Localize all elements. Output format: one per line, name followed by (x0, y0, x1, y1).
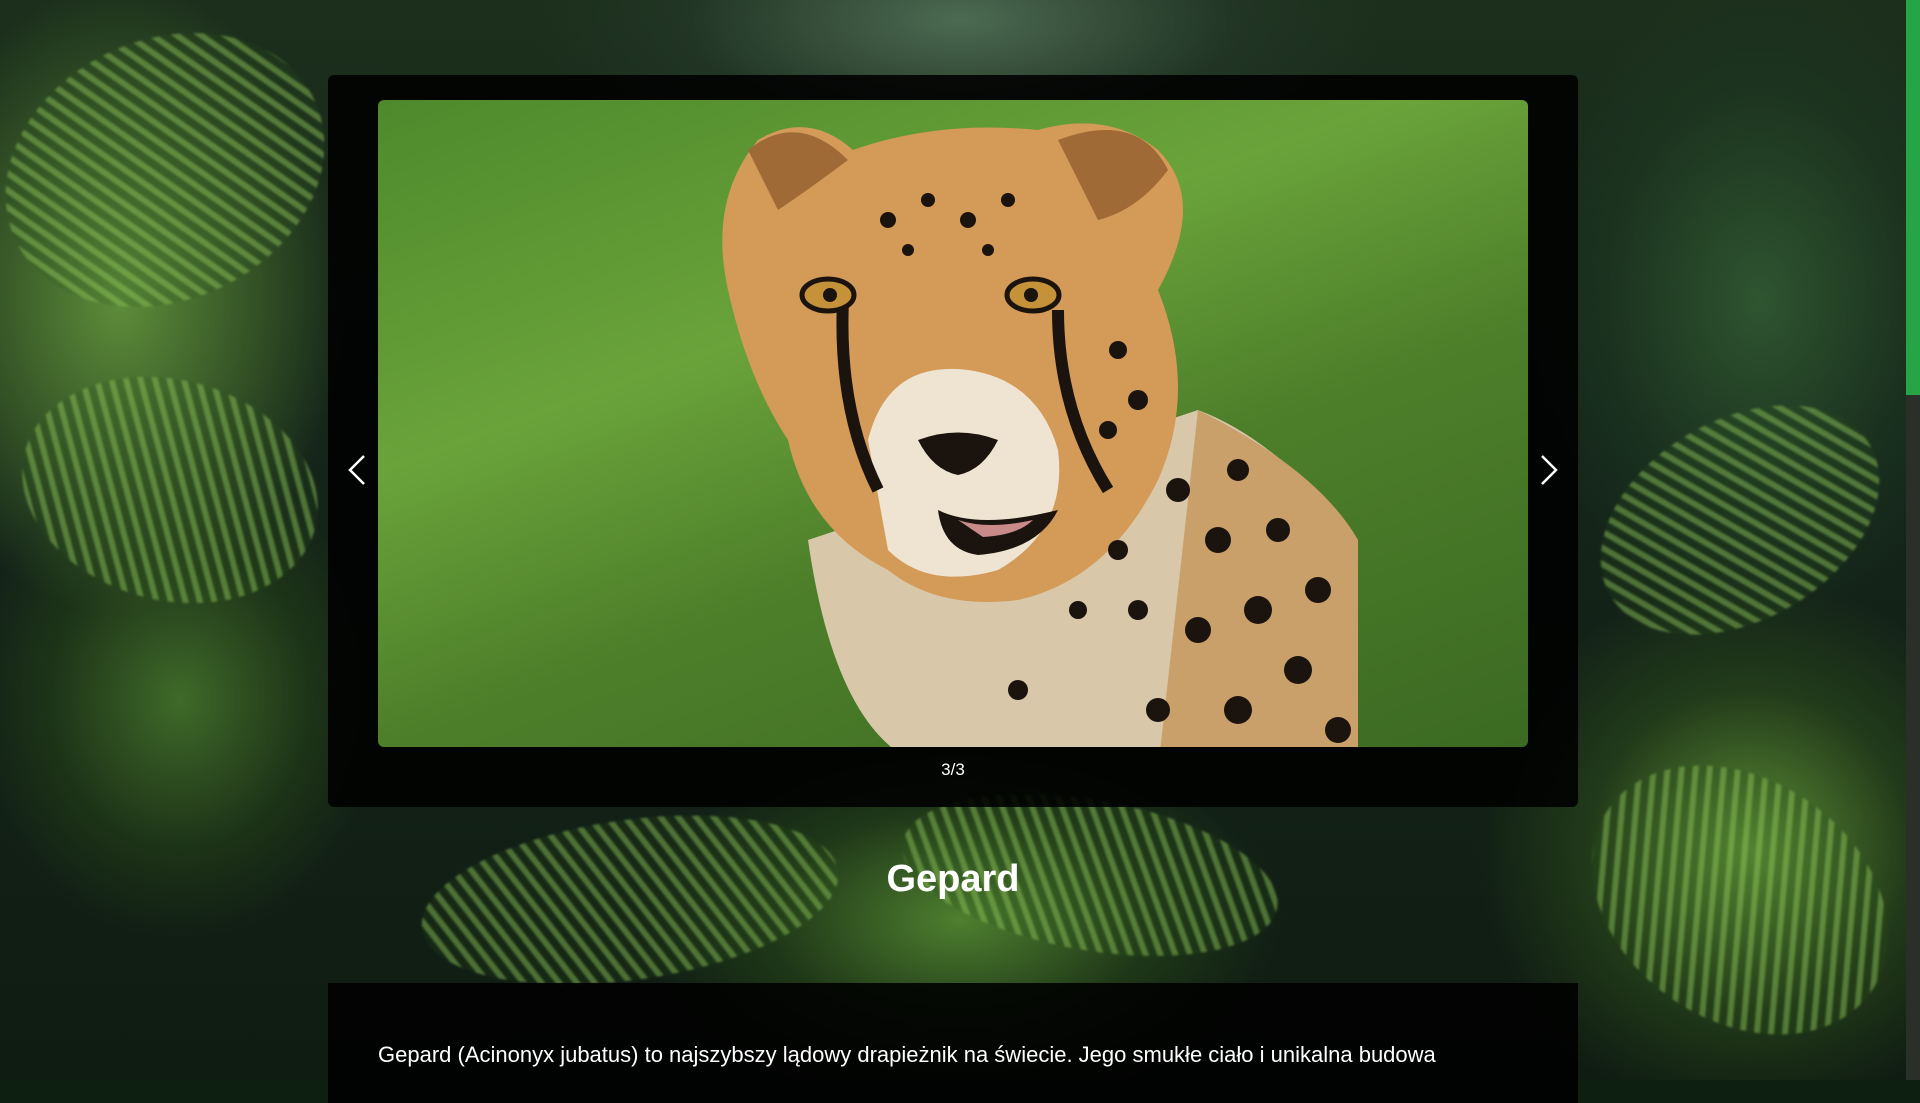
fern-leaf (1560, 358, 1920, 682)
animal-title: Gepard (886, 858, 1020, 900)
prev-image-button[interactable] (337, 450, 377, 490)
cheetah-image (722, 123, 1358, 747)
fern-leaf (0, 344, 344, 636)
fern-leaf (1540, 709, 1920, 1091)
next-image-button[interactable] (1529, 450, 1569, 490)
image-counter: 3/3 (941, 760, 965, 779)
scrollbar-thumb[interactable] (1906, 0, 1920, 395)
fern-leaf (0, 0, 370, 358)
animal-description: Gepard (Acinonyx jubatus) to najszybszy … (378, 1042, 1436, 1067)
chevron-right-icon (1541, 455, 1558, 485)
gallery-photo (378, 100, 1528, 747)
chevron-left-icon (348, 455, 365, 485)
